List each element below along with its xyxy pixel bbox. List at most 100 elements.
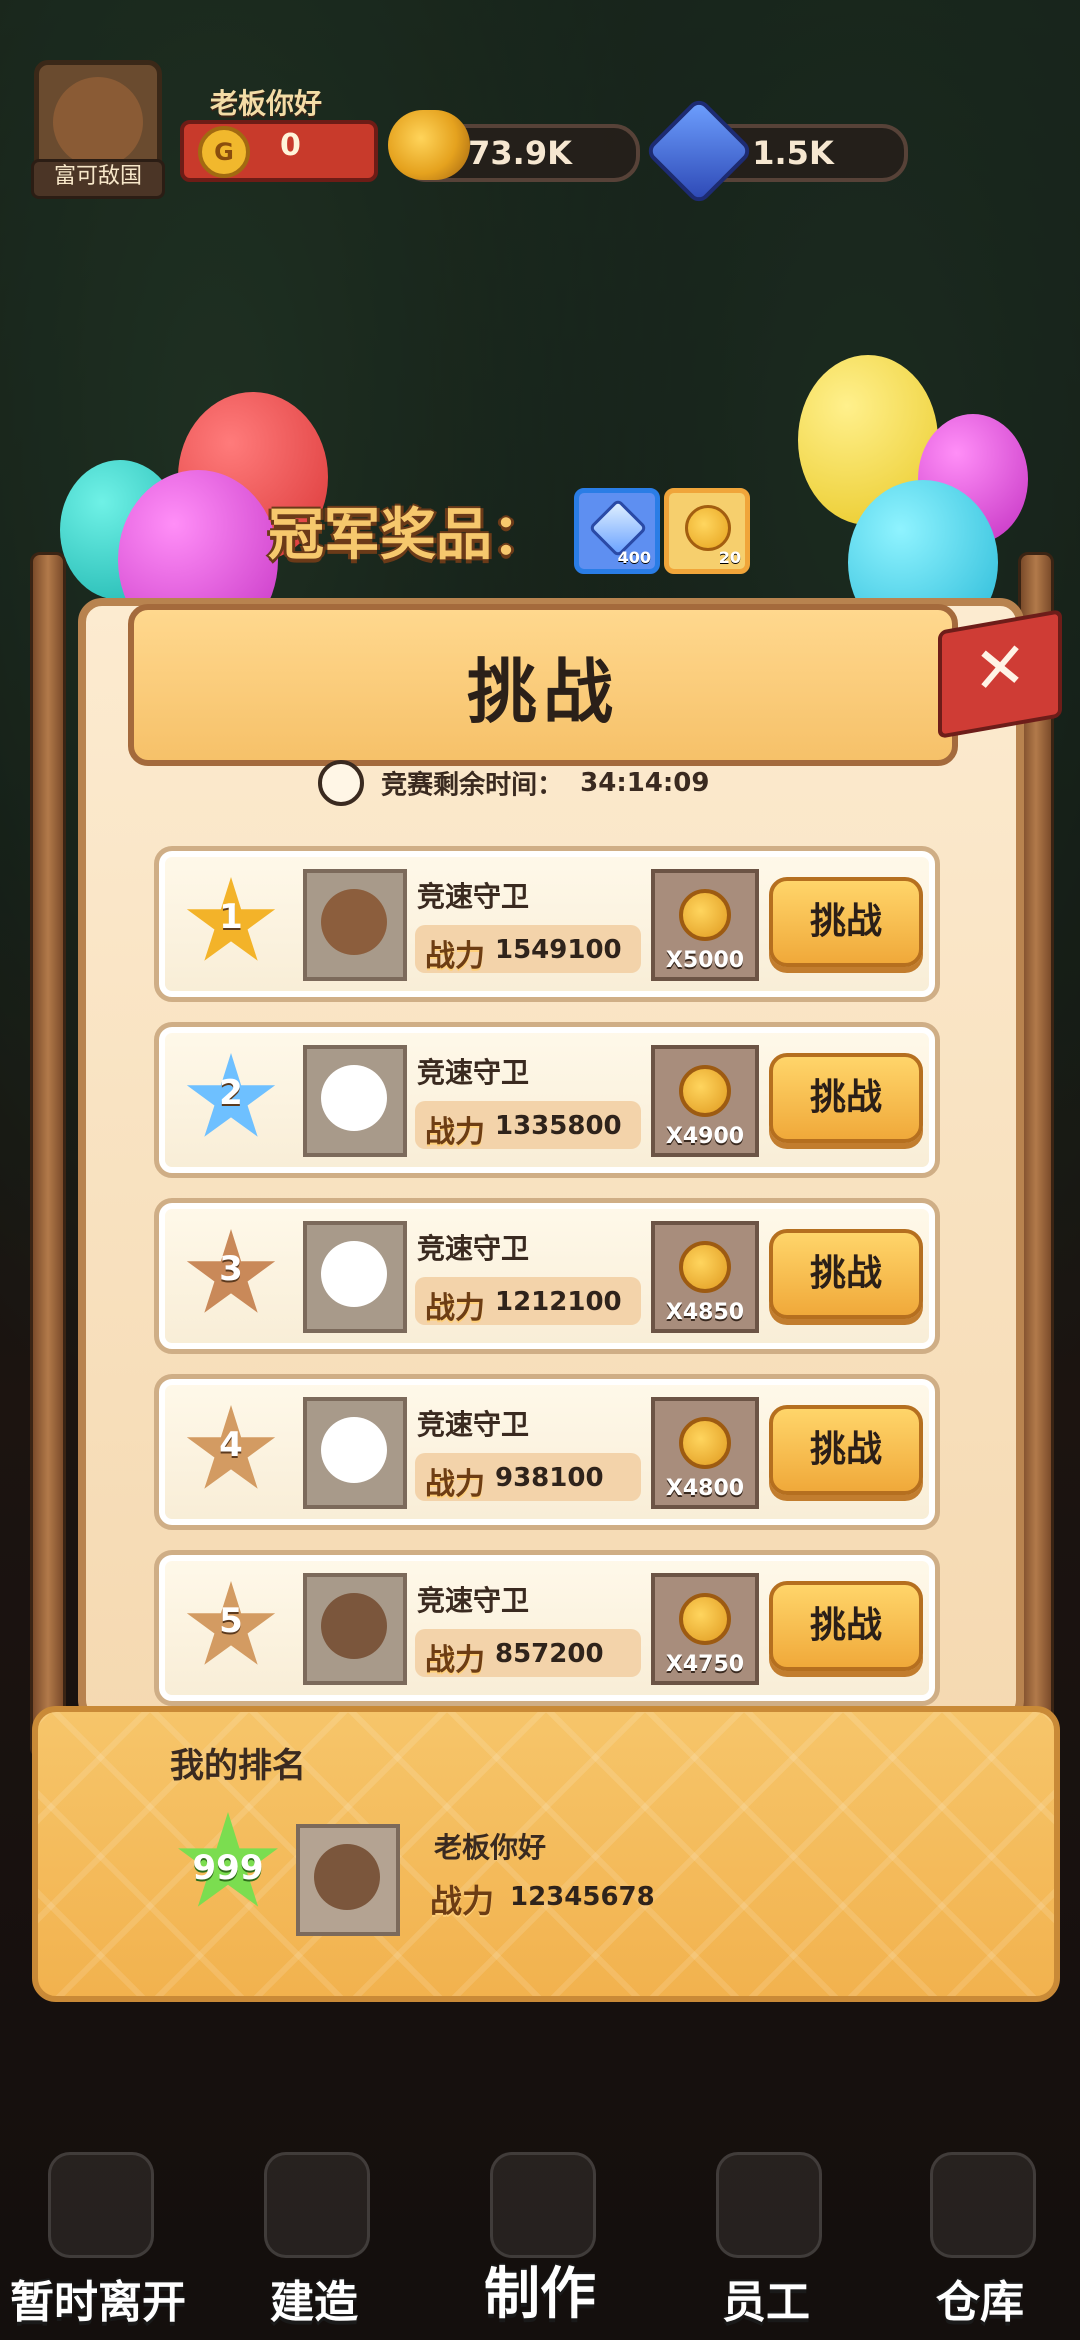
- nav-label: 员工: [722, 2277, 810, 2328]
- competition-timer: 竞赛剩余时间： 34:14:09: [318, 760, 738, 806]
- gold-coins-stack-icon: [388, 110, 470, 180]
- reward-box: X4900: [651, 1045, 759, 1157]
- power-label: 战力: [425, 939, 485, 974]
- ranking-row-2: 2 竞速守卫 战力 1335800 X4900 挑战: [154, 1022, 940, 1178]
- prize-gold-token[interactable]: 20: [664, 488, 750, 574]
- top-hud: 富可敌国 老板你好 G 0 73.9K 1.5K: [0, 0, 1080, 210]
- my-rank-title: 我的排名: [170, 1746, 306, 1786]
- reward-quantity: X4750: [665, 1652, 745, 1677]
- gold-coin-icon: [679, 1065, 731, 1117]
- my-power-value: 12345678: [510, 1882, 655, 1912]
- prize-gold-token-amount: 20: [718, 548, 741, 567]
- gold-coin-icon: [679, 889, 731, 941]
- nav-build[interactable]: 建造: [214, 2130, 414, 2340]
- exit-door-icon: [48, 2152, 154, 2258]
- rank-number: 1: [219, 897, 243, 937]
- reward-box: X4850: [651, 1221, 759, 1333]
- power-bar: 战力 857200: [415, 1629, 641, 1678]
- player-avatar[interactable]: 富可敌国: [31, 60, 165, 199]
- hammer-icon: [264, 2152, 370, 2258]
- gold-small-value: 0: [280, 128, 301, 163]
- nav-craft[interactable]: 制作: [440, 2130, 640, 2340]
- bear-boss-icon: [314, 1844, 380, 1910]
- nav-label: 仓库: [936, 2277, 1024, 2328]
- chest-icon: [930, 2152, 1036, 2258]
- opponent-portrait: [303, 1045, 407, 1157]
- timer-label: 竞赛剩余时间：: [381, 770, 564, 801]
- challenge-button[interactable]: 挑战: [769, 1581, 923, 1671]
- my-rank-number: 999: [192, 1848, 264, 1888]
- challenge-header-banner: 挑战: [128, 604, 958, 766]
- bear-avatar-face-icon: [53, 77, 143, 167]
- bear-icon: [321, 1593, 387, 1659]
- ranking-row-4: 4 竞速守卫 战力 938100 X4800 挑战: [154, 1374, 940, 1530]
- nav-label: 暂时离开: [10, 2277, 186, 2328]
- challenge-button[interactable]: 挑战: [769, 1229, 923, 1319]
- nav-leave[interactable]: 暂时离开: [0, 2130, 198, 2340]
- white-guard-icon: [321, 1241, 387, 1307]
- ranking-row-5: 5 竞速守卫 战力 857200 X4750 挑战: [154, 1550, 940, 1706]
- challenge-button[interactable]: 挑战: [769, 1053, 923, 1143]
- prize-title: 冠军奖品：: [268, 503, 548, 568]
- power-value: 857200: [495, 1639, 604, 1669]
- nav-warehouse[interactable]: 仓库: [880, 2130, 1080, 2340]
- power-bar: 战力 938100: [415, 1453, 641, 1502]
- reward-quantity: X4900: [665, 1124, 745, 1149]
- power-bar: 战力 1335800: [415, 1101, 641, 1150]
- opponent-name: 竞速守卫: [417, 1232, 530, 1265]
- close-button[interactable]: ✕: [938, 609, 1062, 739]
- challenge-title: 挑战: [467, 651, 619, 733]
- prize-diamond-amount: 400: [617, 548, 651, 567]
- power-label: 战力: [425, 1115, 485, 1150]
- timer-value: 34:14:09: [580, 768, 710, 798]
- opponent-portrait: [303, 1397, 407, 1509]
- opponent-name: 竞速守卫: [417, 880, 530, 913]
- power-value: 938100: [495, 1463, 604, 1493]
- close-icon: ✕: [973, 627, 1027, 711]
- my-power-label: 战力: [430, 1882, 495, 1920]
- power-value: 1335800: [495, 1111, 622, 1141]
- reward-box: X4750: [651, 1573, 759, 1685]
- rank-number: 2: [219, 1073, 243, 1113]
- opponent-name: 竞速守卫: [417, 1408, 530, 1441]
- nav-staff[interactable]: 员工: [666, 2130, 866, 2340]
- gold-g-coin-icon: G: [198, 126, 250, 178]
- power-label: 战力: [425, 1291, 485, 1326]
- reward-box: X5000: [651, 869, 759, 981]
- power-value: 1549100: [495, 935, 622, 965]
- reward-quantity: X4850: [665, 1300, 745, 1325]
- reward-quantity: X5000: [665, 948, 745, 973]
- challenge-button[interactable]: 挑战: [769, 1405, 923, 1495]
- nav-label: 建造: [270, 2277, 358, 2328]
- white-guard-icon: [321, 1417, 387, 1483]
- gold-coin-icon: [679, 1417, 731, 1469]
- reward-quantity: X4800: [665, 1476, 745, 1501]
- white-guard-icon: [321, 1065, 387, 1131]
- gold-token-icon: [685, 505, 731, 551]
- staff-icon: [716, 2152, 822, 2258]
- blue-gem-icon: [643, 95, 755, 207]
- opponent-name: 竞速守卫: [417, 1056, 530, 1089]
- chef-bear-icon: [321, 889, 387, 955]
- prize-diamond[interactable]: 400: [574, 488, 660, 574]
- power-bar: 战力 1212100: [415, 1277, 641, 1326]
- my-avatar: [296, 1824, 400, 1936]
- player-name: 老板你好: [210, 87, 323, 120]
- gold-coin-icon: [679, 1593, 731, 1645]
- opponent-portrait: [303, 1221, 407, 1333]
- ranking-row-1: 1 竞速守卫 战力 1549100 X5000 挑战: [154, 846, 940, 1002]
- power-label: 战力: [425, 1643, 485, 1678]
- reward-box: X4800: [651, 1397, 759, 1509]
- rank-number: 5: [219, 1601, 243, 1641]
- gold-coin-icon: [679, 1241, 731, 1293]
- power-bar: 战力 1549100: [415, 925, 641, 974]
- bottom-nav: 暂时离开 建造 制作 员工 仓库: [0, 2120, 1080, 2340]
- power-value: 1212100: [495, 1287, 622, 1317]
- rank-number: 3: [219, 1249, 243, 1289]
- challenge-button[interactable]: 挑战: [769, 877, 923, 967]
- power-label: 战力: [425, 1467, 485, 1502]
- opponent-portrait: [303, 1573, 407, 1685]
- clock-icon: [318, 760, 364, 806]
- ranking-row-3: 3 竞速守卫 战力 1212100 X4850 挑战: [154, 1198, 940, 1354]
- my-name: 老板你好: [434, 1831, 547, 1864]
